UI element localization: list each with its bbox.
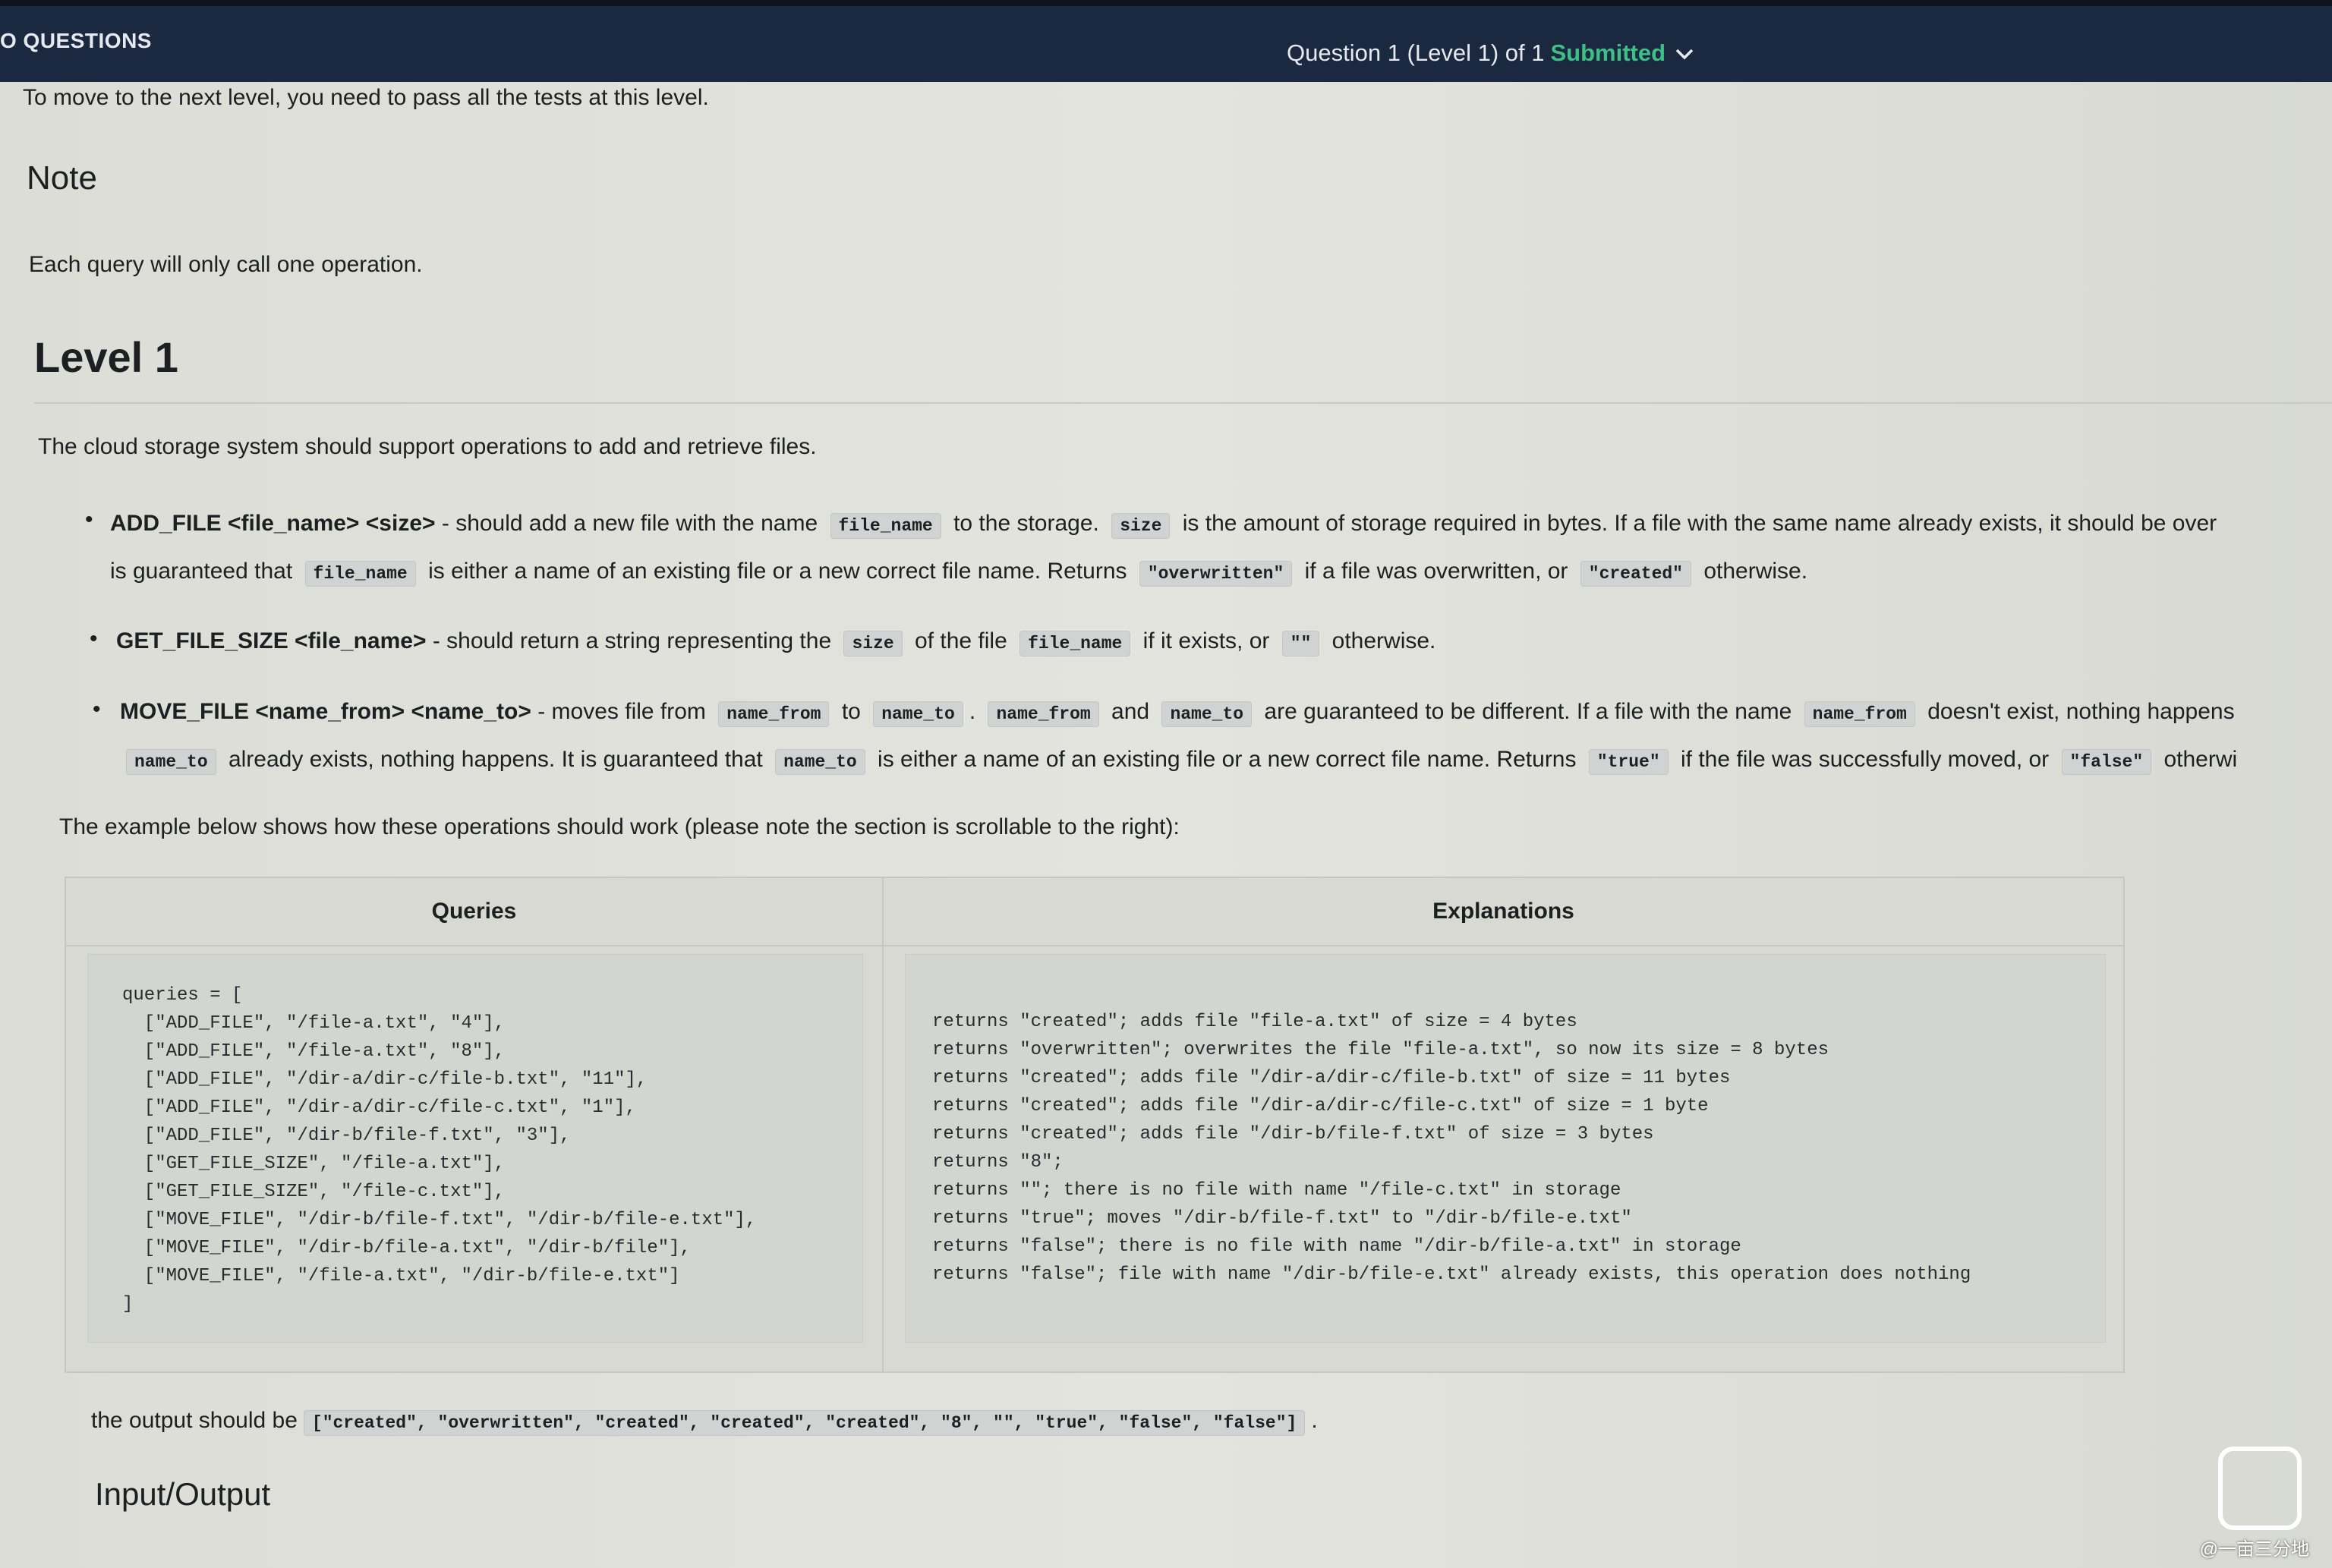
text: if it exists, or xyxy=(1136,628,1276,653)
inline-code: name_to xyxy=(873,701,963,727)
text: . xyxy=(969,699,982,724)
inline-code: "true" xyxy=(1588,749,1669,775)
bullet-line: GET_FILE_SIZE <file_name> - should retur… xyxy=(116,619,1435,666)
inline-code: name_to xyxy=(1161,701,1253,727)
bullet-move-file: MOVE_FILE <name_from> <name_to> - moves … xyxy=(120,689,2237,785)
bullet-line: ADD_FILE <file_name> <size> - should add… xyxy=(110,501,2217,549)
inline-code: "false" xyxy=(2061,749,2152,775)
divider xyxy=(34,402,2332,404)
inline-code: name_from xyxy=(1804,701,1915,727)
column-divider xyxy=(882,878,884,1371)
status-badge: Submitted xyxy=(1550,39,1666,66)
text: are guaranteed to be different. If a fil… xyxy=(1258,699,1798,724)
watermark-logo-icon xyxy=(2218,1447,2302,1530)
input-output-heading: Input/Output xyxy=(95,1476,271,1512)
text: otherwise. xyxy=(1325,628,1436,653)
inline-code: file_name xyxy=(304,561,416,587)
back-to-questions-link[interactable]: O QUESTIONS xyxy=(0,29,152,53)
inline-code: file_name xyxy=(1019,631,1131,656)
output-suffix: . xyxy=(1311,1408,1318,1433)
explanations-cell: returns "created"; adds file "file-a.txt… xyxy=(905,954,2106,1343)
text: if a file was overwritten, or xyxy=(1298,559,1574,584)
operation-signature: GET_FILE_SIZE <file_name> xyxy=(116,628,427,653)
queries-header: Queries xyxy=(66,878,882,946)
level-description: The cloud storage system should support … xyxy=(38,434,817,459)
bullet-dot: • xyxy=(85,507,93,532)
inline-code: "created" xyxy=(1580,561,1691,587)
text: to xyxy=(835,699,868,724)
inline-code: name_from xyxy=(988,701,1099,727)
inline-code: name_from xyxy=(718,701,830,727)
operation-signature: MOVE_FILE <name_from> <name_to> xyxy=(120,699,531,724)
note-text: Each query will only call one operation. xyxy=(29,252,423,277)
bullet-line: is guaranteed that file_name is either a… xyxy=(110,549,2217,597)
text: already exists, nothing happens. It is g… xyxy=(222,747,770,772)
text: is the amount of storage required in byt… xyxy=(1176,511,2217,536)
chevron-down-icon[interactable] xyxy=(1675,39,1694,67)
inline-code: name_to xyxy=(126,749,216,775)
text: is either a name of an existing file or … xyxy=(871,747,1583,772)
inline-code: file_name xyxy=(830,513,941,539)
inline-code: "overwritten" xyxy=(1139,561,1293,587)
question-title: Question 1 (Level 1) of 1 xyxy=(1287,39,1545,66)
queries-code: queries = [ ["ADD_FILE", "/file-a.txt", … xyxy=(122,985,757,1315)
operation-signature: ADD_FILE <file_name> <size> xyxy=(110,511,436,536)
output-value: ["created", "overwritten", "created", "c… xyxy=(303,1410,1306,1436)
text: - should return a string representing th… xyxy=(426,628,838,653)
explanations-code: returns "created"; adds file "file-a.txt… xyxy=(932,1012,1971,1285)
bullet-dot: • xyxy=(90,626,98,651)
example-table[interactable]: Queries Explanations queries = [ ["ADD_F… xyxy=(65,877,2125,1373)
inline-code: size xyxy=(1111,513,1171,539)
inline-code: "" xyxy=(1281,631,1320,656)
question-selector[interactable]: Question 1 (Level 1) of 1 Submitted xyxy=(1287,39,1694,67)
text: doesn't exist, nothing happens xyxy=(1921,699,2235,724)
top-bar: O QUESTIONS Question 1 (Level 1) of 1 Sub… xyxy=(0,0,2332,82)
bullet-line: MOVE_FILE <name_from> <name_to> - moves … xyxy=(120,689,2237,737)
text: - should add a new file with the name xyxy=(435,511,824,536)
text: of the file xyxy=(908,628,1014,653)
inline-code: name_to xyxy=(775,749,865,775)
explanations-header: Explanations xyxy=(884,878,2123,946)
text: is guaranteed that xyxy=(110,559,299,584)
expected-output: the output should be ["created", "overwri… xyxy=(91,1408,1318,1436)
text: if the file was successfully moved, or xyxy=(1674,747,2056,772)
intro-text: To move to the next level, you need to p… xyxy=(23,85,709,110)
bullet-line: name_to already exists, nothing happens.… xyxy=(120,737,2237,785)
bullet-dot: • xyxy=(93,697,101,722)
level-heading: Level 1 xyxy=(34,333,178,381)
text: otherwise. xyxy=(1697,559,1808,584)
watermark: @一亩三分地 xyxy=(2199,1539,2309,1560)
inline-code: size xyxy=(843,631,903,656)
bullet-get-file-size: GET_FILE_SIZE <file_name> - should retur… xyxy=(116,619,1435,666)
text: - moves file from xyxy=(531,699,713,724)
text: is either a name of an existing file or … xyxy=(421,559,1133,584)
output-label: the output should be xyxy=(91,1408,298,1433)
queries-cell: queries = [ ["ADD_FILE", "/file-a.txt", … xyxy=(87,954,863,1343)
text: to the storage. xyxy=(947,511,1106,536)
text: and xyxy=(1105,699,1156,724)
note-heading: Note xyxy=(27,159,97,197)
example-intro: The example below shows how these operat… xyxy=(59,814,1180,839)
bullet-add-file: ADD_FILE <file_name> <size> - should add… xyxy=(110,501,2217,597)
text: otherwi xyxy=(2157,747,2238,772)
